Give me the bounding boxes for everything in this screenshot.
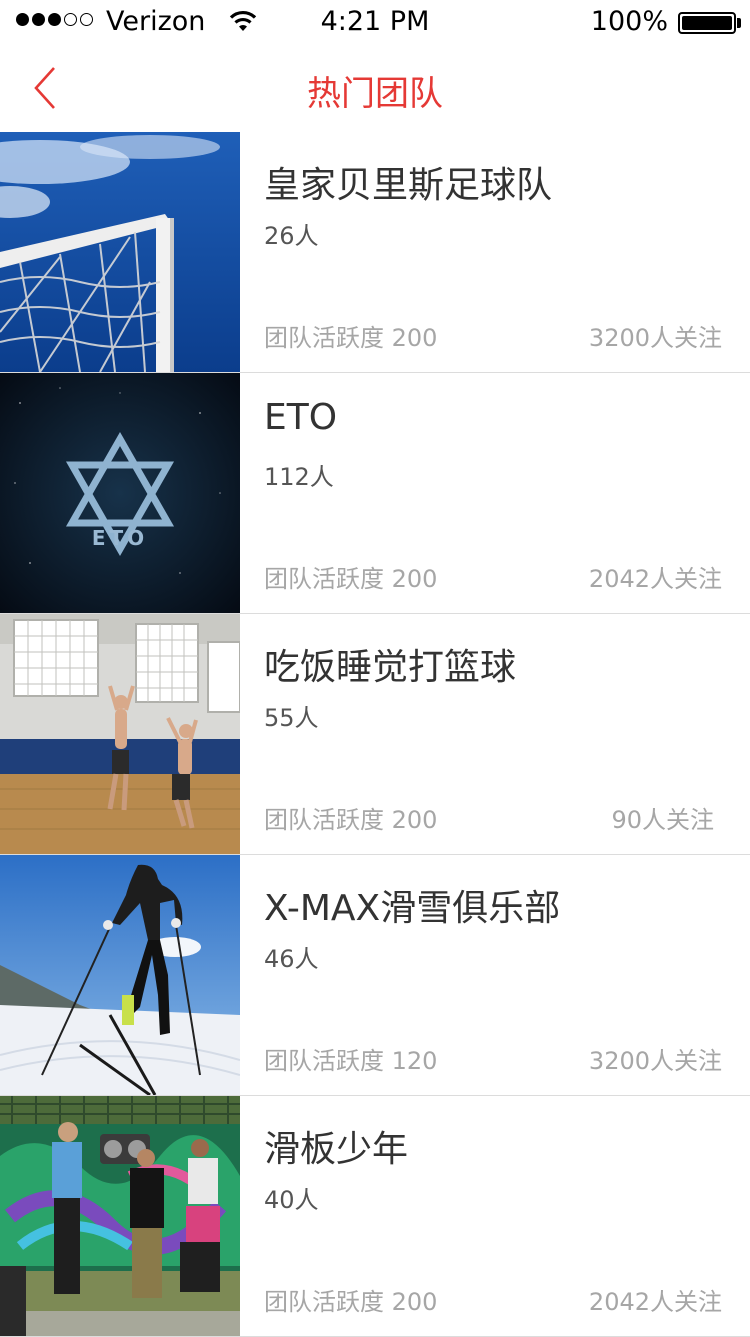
activity-score: 团队活跃度 200 — [264, 324, 438, 352]
follower-count: 3200人关注 — [588, 324, 722, 352]
team-image-soccer-goal — [0, 132, 240, 372]
team-row[interactable]: 吃饭睡觉打篮球 55人 团队活跃度 200 90人关注 — [0, 614, 750, 855]
follower-count: 90人关注 — [611, 806, 714, 834]
team-image-eto-logo: ETO — [0, 373, 240, 613]
member-count: 55人 — [264, 704, 319, 732]
activity-score: 团队活跃度 200 — [264, 806, 438, 834]
nav-bar: 热门团队 — [0, 44, 750, 132]
team-image-skier — [0, 855, 240, 1095]
team-row[interactable]: ETO ETO 112人 团队活跃度 200 2042人关注 — [0, 373, 750, 614]
member-count: 40人 — [264, 1186, 319, 1214]
activity-score: 团队活跃度 200 — [264, 565, 438, 593]
battery-percentage: 100% — [590, 6, 668, 37]
follower-count: 2042人关注 — [588, 565, 722, 593]
team-name: 吃饭睡觉打篮球 — [264, 647, 517, 688]
team-row[interactable]: X-MAX滑雪俱乐部 46人 团队活跃度 120 3200人关注 — [0, 855, 750, 1096]
member-count: 46人 — [264, 945, 319, 973]
team-list: 皇家贝里斯足球队 26人 团队活跃度 200 3200人关注 ETO ETO 1… — [0, 132, 750, 1337]
member-count: 26人 — [264, 222, 319, 250]
team-name: 滑板少年 — [264, 1129, 409, 1170]
status-bar: Verizon 4:21 PM 100% — [0, 0, 750, 44]
eto-logo-text: ETO — [92, 526, 148, 550]
team-image-skate-crew — [0, 1096, 240, 1336]
follower-count: 2042人关注 — [588, 1288, 722, 1316]
team-name: X-MAX滑雪俱乐部 — [264, 888, 561, 929]
battery-icon — [678, 12, 736, 34]
team-row[interactable]: 皇家贝里斯足球队 26人 团队活跃度 200 3200人关注 — [0, 132, 750, 373]
team-row[interactable]: 滑板少年 40人 团队活跃度 200 2042人关注 — [0, 1096, 750, 1337]
team-name: ETO — [264, 397, 338, 438]
team-name: 皇家贝里斯足球队 — [264, 165, 553, 206]
battery-nub — [737, 18, 741, 28]
member-count: 112人 — [264, 463, 334, 491]
activity-score: 团队活跃度 120 — [264, 1047, 438, 1075]
activity-score: 团队活跃度 200 — [264, 1288, 438, 1316]
team-image-basketball — [0, 614, 240, 854]
page-title: 热门团队 — [307, 74, 443, 114]
follower-count: 3200人关注 — [588, 1047, 722, 1075]
